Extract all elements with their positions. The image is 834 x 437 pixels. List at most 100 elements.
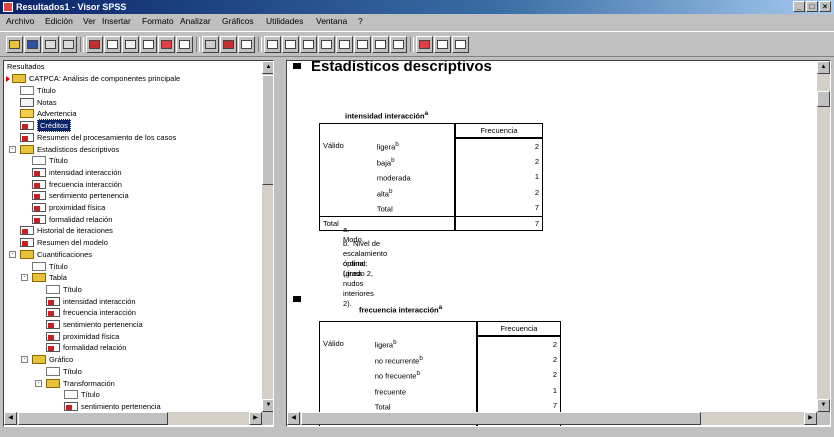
maximize-button[interactable]: □ [806,1,818,12]
outline-item[interactable]: Tabla [32,272,67,283]
outline-item[interactable]: Título [20,85,56,96]
save-icon[interactable] [24,36,41,53]
insert-variable-icon[interactable] [238,36,255,53]
menu-ventana[interactable]: Ventana [316,15,347,28]
menu-ayuda[interactable]: ? [358,15,363,28]
recall-dialog-icon[interactable] [104,36,121,53]
insert-case-icon[interactable] [220,36,237,53]
insert-heading-icon[interactable] [372,36,389,53]
promote-icon[interactable] [264,36,281,53]
outline-item[interactable]: Transformación [46,378,115,389]
outline-item[interactable]: Resumen del modelo [20,237,108,248]
outline-vertical-scrollbar[interactable]: ▲ ▼ [262,61,273,412]
collapse-toggle-icon[interactable]: - [9,145,16,153]
outline-item[interactable]: Título [32,155,68,166]
insert-title-icon[interactable] [390,36,407,53]
outline-item[interactable]: Resumen del procesamiento de los casos [20,132,176,143]
outline-item[interactable]: Estadísticos descriptivos [20,144,119,155]
export-icon[interactable] [86,36,103,53]
outline-item[interactable]: formalidad relación [32,214,112,225]
scroll-left-icon[interactable]: ◀ [4,412,17,425]
table-output-icon [20,132,34,142]
scroll-up-icon[interactable]: ▲ [262,61,273,74]
find-icon[interactable] [202,36,219,53]
scroll-down-icon[interactable]: ▼ [817,399,830,412]
menu-utilidades[interactable]: Utilidades [266,15,303,28]
expand-icon[interactable] [300,36,317,53]
scroll-left-icon[interactable]: ◀ [287,412,300,425]
content-hscroll-thumb[interactable] [301,412,701,425]
scroll-right-icon[interactable]: ▶ [249,412,262,425]
outline-item[interactable]: frecuencia interacción [46,307,136,318]
collapse-toggle-icon[interactable]: - [35,379,42,387]
menu-analizar[interactable]: Analizar [180,15,211,28]
menu-ver[interactable]: Ver [83,15,96,28]
minimize-button[interactable]: _ [793,1,805,12]
scroll-down-icon[interactable]: ▼ [262,399,273,412]
outline-item[interactable]: sentimiento pertenencia [46,319,143,330]
frequency-value: 1 [455,169,543,185]
outline-item[interactable]: proximidad física [46,331,119,342]
goto-data-icon[interactable] [158,36,175,53]
close-button[interactable]: × [819,1,831,12]
scroll-right-icon[interactable]: ▶ [804,412,817,425]
demote-icon[interactable] [282,36,299,53]
outline-item[interactable]: intensidad interacción [46,296,136,307]
outline-procedure[interactable]: CATPCA: Análisis de componentes principa… [12,73,180,84]
pane-splitter[interactable] [277,60,283,427]
table1-title[interactable]: intensidad interaccióna [345,110,428,121]
outline-hscroll-thumb[interactable] [18,412,168,425]
show-icon[interactable] [336,36,353,53]
designate-window-icon[interactable] [416,36,433,53]
outline-item[interactable]: Título [46,284,82,295]
scroll-up-icon[interactable]: ▲ [817,61,830,74]
outline-item[interactable]: Título [64,389,100,400]
print-preview-icon[interactable] [60,36,77,53]
outline-item[interactable]: proximidad física [32,202,105,213]
menu-graficos[interactable]: Gráficos [222,15,254,28]
undo-icon[interactable] [122,36,139,53]
table1-pivot[interactable]: Frecuencia Válido ligerab 2 bajab 2 moderada 1 a… [318,123,543,231]
outline-horizontal-scrollbar[interactable]: ◀ ▶ [4,412,262,425]
hide-icon[interactable] [354,36,371,53]
outline-item[interactable]: Notas [20,97,57,108]
outline-item[interactable]: Título [32,261,68,272]
content-scroll-thumb[interactable] [817,91,830,107]
footnote-mark: b [393,339,397,346]
outline-item[interactable]: sentimiento pertenencia [64,401,161,412]
outline-item[interactable]: Historial de iteraciones [20,225,113,236]
outline-item[interactable]: Gráfico [32,354,73,365]
menu-archivo[interactable]: Archivo [6,15,34,28]
select-last-output-icon[interactable] [434,36,451,53]
collapse-toggle-icon[interactable]: - [9,250,16,258]
outline-item[interactable]: sentimiento pertenencia [32,190,129,201]
outline-root[interactable]: Resultados [7,61,45,72]
collapse-toggle-icon[interactable]: - [21,274,28,282]
goto-chart-icon[interactable] [140,36,157,53]
outline-item[interactable]: Cuantificaciones [20,249,92,260]
help-topics-icon[interactable] [452,36,469,53]
print-icon[interactable] [42,36,59,53]
collapse-icon[interactable] [318,36,335,53]
menu-insertar[interactable]: Insertar [102,15,131,28]
collapse-toggle-icon[interactable]: - [21,356,28,364]
footnote-mark: b [395,141,399,148]
spss-app-icon[interactable] [3,2,13,12]
variables-icon[interactable] [176,36,193,53]
content-vertical-scrollbar[interactable]: ▲ ▼ [817,61,830,412]
open-icon[interactable] [6,36,23,53]
table-output-icon [46,320,60,329]
table2-title[interactable]: frecuencia interaccióna [359,304,442,315]
outline-item[interactable]: frecuencia interacción [32,179,122,190]
outline-item[interactable]: Créditos [20,119,71,133]
menu-edicion[interactable]: Edición [45,15,73,28]
content-horizontal-scrollbar[interactable]: ◀ ▶ [287,412,817,425]
outline-item[interactable]: Título [46,366,82,377]
outline-scroll-thumb[interactable] [262,75,273,185]
outline-item[interactable]: Advertencia [20,108,77,119]
content-pane[interactable]: Estadísticos descriptivos intensidad int… [286,60,831,427]
outline-item[interactable]: intensidad interacción [32,167,122,178]
outline-pane[interactable]: Resultados CATPCA: Análisis de component… [3,60,274,427]
outline-item[interactable]: formalidad relación [46,342,126,353]
menu-formato[interactable]: Formato [142,15,174,28]
